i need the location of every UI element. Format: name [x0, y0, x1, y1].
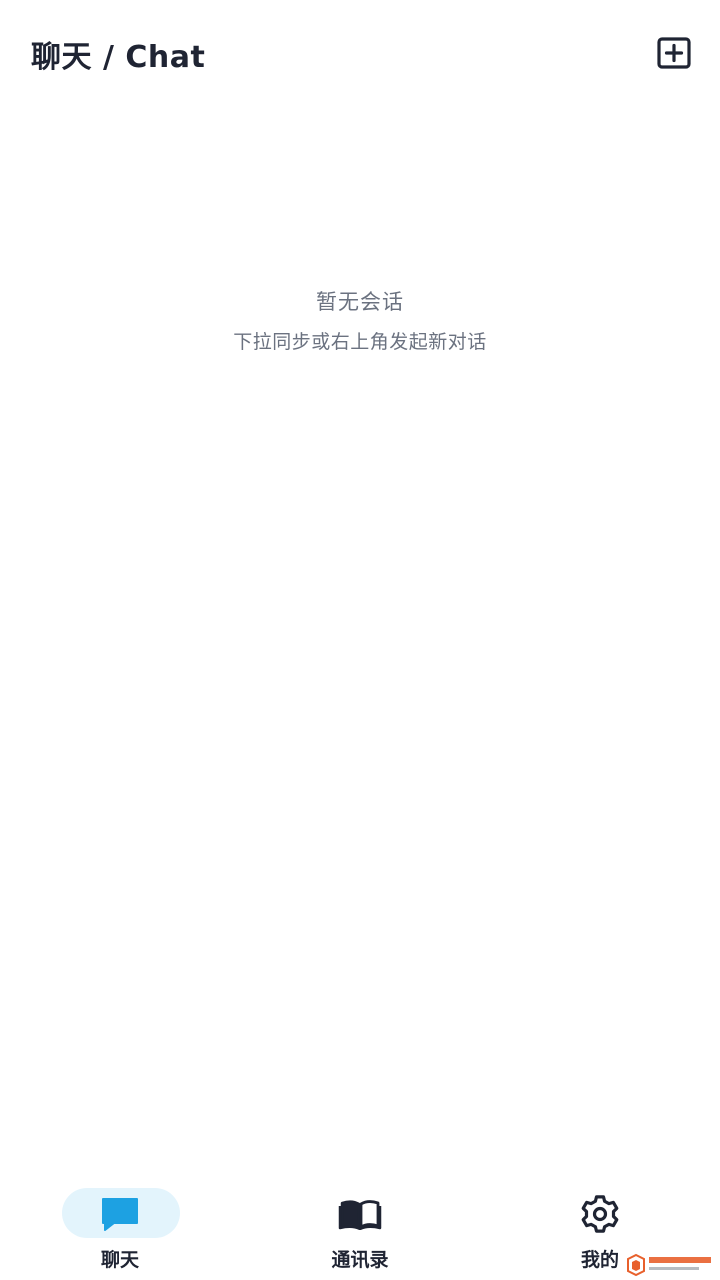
tab-contacts-label: 通讯录: [331, 1249, 389, 1271]
new-chat-button[interactable]: [655, 36, 693, 70]
empty-state: 暂无会话 下拉同步或右上角发起新对话: [0, 284, 720, 355]
empty-state-title: 暂无会话: [316, 290, 404, 314]
chat-bubble-icon: [102, 1198, 138, 1231]
book-icon: [338, 1200, 382, 1230]
tab-contacts[interactable]: 通讯录: [280, 1188, 440, 1272]
page-title: 聊天 / Chat: [31, 40, 206, 75]
watermark-logo: [622, 1250, 718, 1278]
tab-chat-label: 聊天: [100, 1249, 139, 1271]
tab-chat[interactable]: 聊天: [40, 1188, 200, 1272]
gear-icon: [581, 1195, 619, 1233]
empty-state-hint: 下拉同步或右上角发起新对话: [233, 331, 487, 353]
plus-square-icon: [657, 37, 691, 69]
header-bar: 聊天 / Chat: [0, 0, 720, 108]
bottom-navigation: 聊天 通讯录 我的: [0, 1180, 720, 1280]
chat-screen: 聊天 / Chat 暂无会话 下拉同步或右上角发起新对话 聊天 通讯录 我的: [0, 0, 720, 1280]
